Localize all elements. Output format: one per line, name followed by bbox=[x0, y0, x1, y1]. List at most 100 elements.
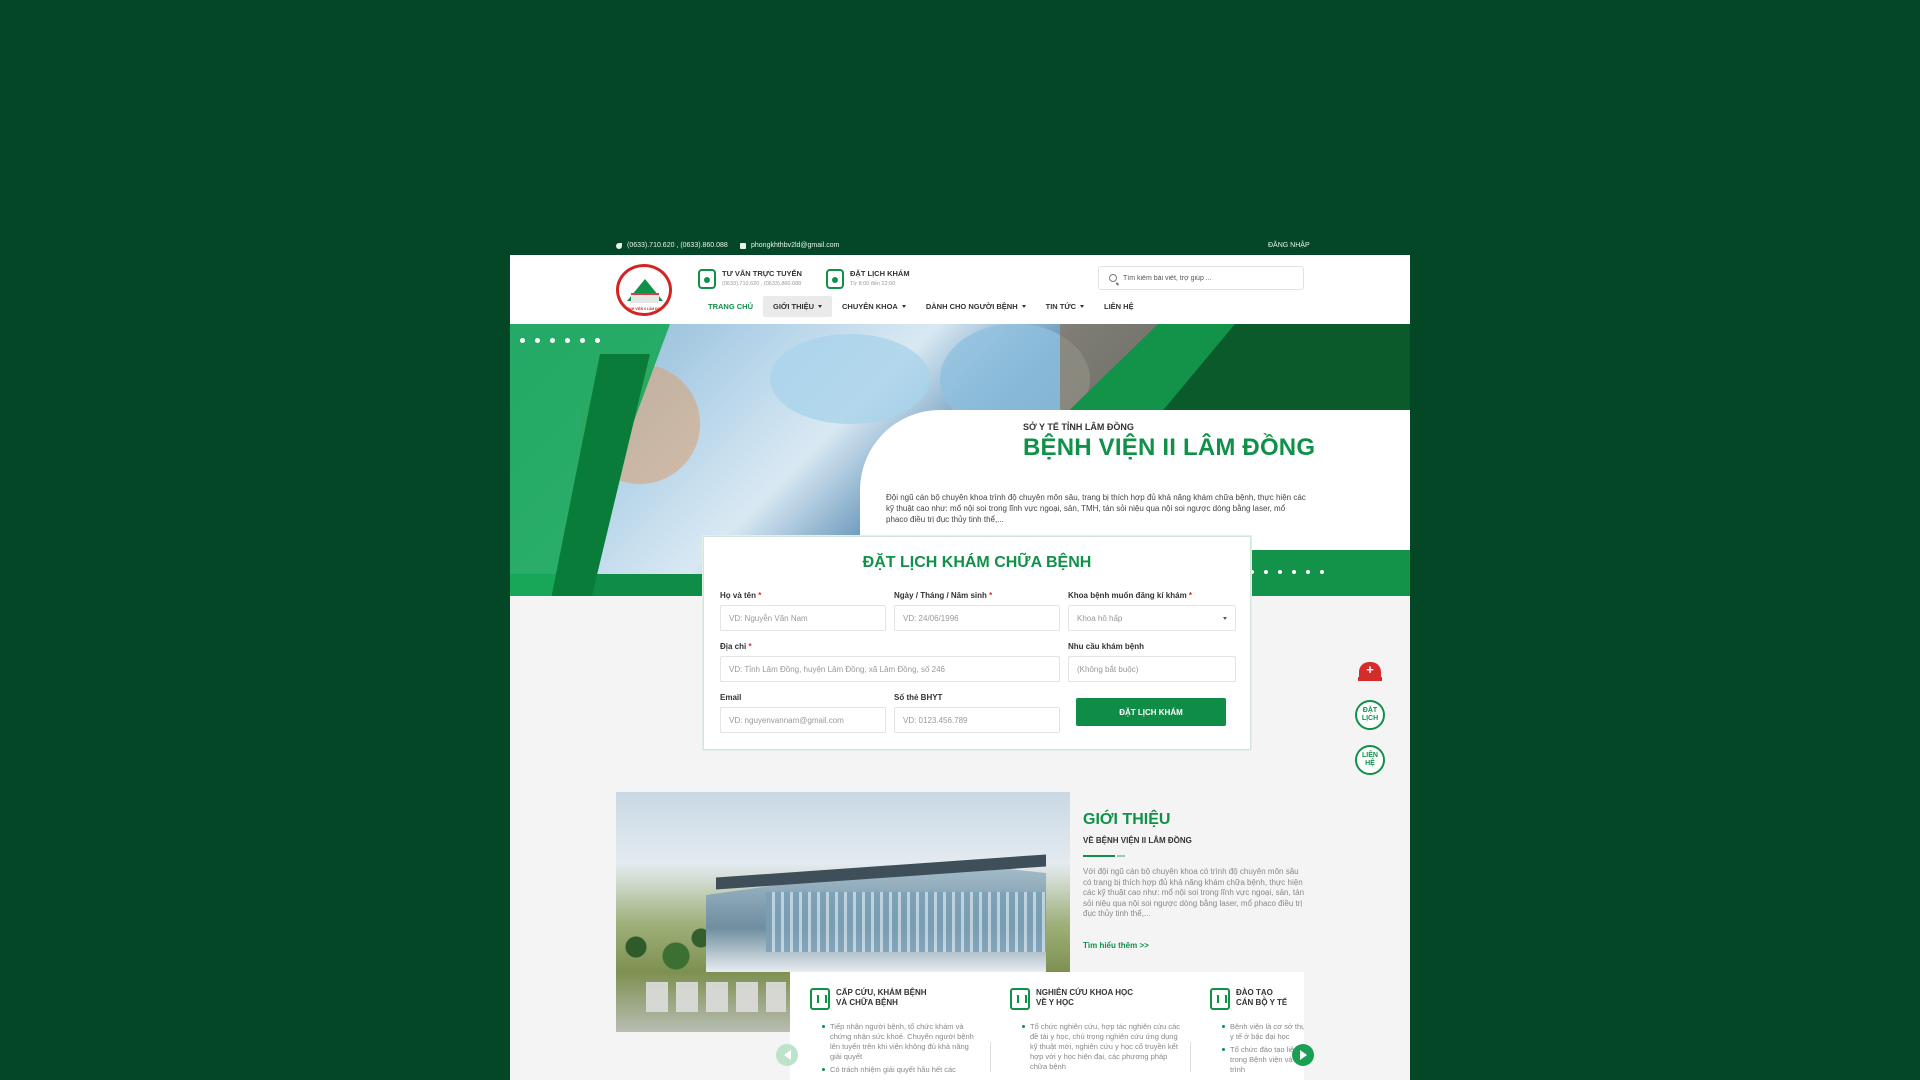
logo-text: BỆNH VIỆN II LÂM ĐỒNG bbox=[624, 307, 666, 311]
address-input[interactable]: VD: Tỉnh Lâm Đồng, huyện Lâm Đồng, xã Lâ… bbox=[720, 656, 1060, 682]
intro-text: Với đội ngũ cán bộ chuyên khoa có trình … bbox=[1083, 867, 1305, 918]
hero-subtitle: SỞ Y TẾ TỈNH LÂM ĐỒNG bbox=[1023, 422, 1134, 432]
email-input[interactable]: VD: nguyenvannam@gmail.com bbox=[720, 707, 886, 733]
online-consult-title: TƯ VẤN TRỰC TUYẾN bbox=[722, 269, 802, 278]
name-input[interactable]: VD: Nguyễn Văn Nam bbox=[720, 605, 886, 631]
main-nav: TRANG CHỦ GIỚI THIỆU CHUYÊN KHOA DÀNH CH… bbox=[698, 296, 1144, 317]
nav-home-label: TRANG CHỦ bbox=[708, 302, 753, 311]
book-appointment-sub: Từ 8:00 đến 22:00 bbox=[850, 281, 896, 287]
siren-icon bbox=[1359, 662, 1381, 678]
nav-for-patients-label: DÀNH CHO NGƯỜI BỆNH bbox=[925, 302, 1018, 311]
required-mark: * bbox=[1188, 591, 1193, 600]
nav-specialties-label: CHUYÊN KHOA bbox=[841, 302, 898, 311]
online-consult[interactable]: TƯ VẤN TRỰC TUYẾN (0633).710.620 , (0633… bbox=[698, 269, 802, 289]
need-field-group: Nhu cầu khám bệnh (Không bắt buộc) bbox=[1068, 642, 1236, 682]
need-input[interactable]: (Không bắt buộc) bbox=[1068, 656, 1236, 682]
required-mark: * bbox=[758, 591, 762, 600]
list-item: Bệnh viện là cơ sở thực hành đào tạo cán… bbox=[1222, 1022, 1304, 1042]
search-box[interactable] bbox=[1098, 266, 1304, 290]
carousel-next-button[interactable] bbox=[1292, 1044, 1314, 1066]
address-field-group: Địa chỉ * VD: Tỉnh Lâm Đồng, huyện Lâm Đ… bbox=[720, 642, 1060, 682]
nav-news-label: TIN TỨC bbox=[1045, 302, 1077, 311]
page: BỆNH VIỆN II LÂM ĐỒNG TƯ VẤN TRỰC TUYẾN … bbox=[510, 255, 1410, 1080]
topbar-email[interactable]: phongkhthbv2ld@gmail.com bbox=[740, 242, 839, 249]
nav-home[interactable]: TRANG CHỦ bbox=[698, 296, 763, 317]
topbar-phone[interactable]: (0633).710.620 , (0633).860.088 bbox=[616, 242, 728, 249]
nav-contact[interactable]: LIÊN HỆ bbox=[1094, 296, 1144, 317]
chevron-down-icon bbox=[1223, 616, 1227, 620]
list-item: Tổ chức đào tạo liên tục cho các thành v… bbox=[1222, 1045, 1304, 1075]
nav-specialties[interactable]: CHUYÊN KHOA bbox=[832, 296, 916, 317]
chevron-left-icon bbox=[783, 1050, 791, 1060]
service-card-title: NGHIÊN CỨU KHOA HỌC VỀ Y HỌC bbox=[1036, 988, 1134, 1007]
email-field-group: Email VD: nguyenvannam@gmail.com bbox=[720, 693, 886, 733]
dept-label: Khoa bệnh muốn đăng kí khám * bbox=[1068, 591, 1236, 600]
float-contact-button[interactable]: LIÊN HỆ bbox=[1355, 745, 1385, 775]
dept-select-value: Khoa hô hấp bbox=[1077, 613, 1123, 623]
chevron-down-icon bbox=[1080, 305, 1085, 308]
search-icon[interactable] bbox=[1109, 274, 1117, 282]
chevron-right-icon bbox=[1299, 1050, 1307, 1060]
divider bbox=[1190, 1042, 1191, 1072]
chevron-down-icon bbox=[817, 305, 822, 308]
dob-label: Ngày / Tháng / Năm sinh * bbox=[894, 591, 1060, 600]
dept-field-group: Khoa bệnh muốn đăng kí khám * Khoa hô hấ… bbox=[1068, 591, 1236, 631]
intro-title: GIỚI THIỆU bbox=[1083, 811, 1171, 828]
required-mark: * bbox=[748, 642, 752, 651]
service-card[interactable]: CẤP CỨU, KHÁM BỆNH VÀ CHỮA BỆNH Tiếp nhậ… bbox=[810, 972, 1000, 1080]
divider bbox=[990, 1042, 991, 1072]
top-info-bar: (0633).710.620 , (0633).860.088 phongkht… bbox=[510, 239, 1918, 255]
bhyt-label: Số thẻ BHYT bbox=[894, 693, 943, 702]
address-label: Địa chỉ * bbox=[720, 642, 1060, 651]
siren-base bbox=[1358, 677, 1382, 681]
topbar-email-text: phongkhthbv2ld@gmail.com bbox=[751, 242, 840, 249]
hospital-logo[interactable]: BỆNH VIỆN II LÂM ĐỒNG bbox=[616, 264, 672, 316]
booking-form-title: ĐẶT LỊCH KHÁM CHỮA BỆNH bbox=[862, 554, 1092, 571]
list-item: Có trách nhiệm giải quyết hầu hết các bbox=[822, 1065, 982, 1075]
services-carousel: CẤP CỨU, KHÁM BỆNH VÀ CHỮA BỆNH Tiếp nhậ… bbox=[790, 972, 1304, 1080]
phone-icon bbox=[616, 242, 622, 249]
name-label: Họ và tên * bbox=[720, 591, 886, 600]
doctor-icon bbox=[1210, 988, 1230, 1010]
topbar-phone-text: (0633).710.620 , (0633).860.088 bbox=[627, 242, 728, 249]
need-label: Nhu cầu khám bệnh bbox=[1068, 642, 1145, 651]
nav-for-patients[interactable]: DÀNH CHO NGƯỜI BỆNH bbox=[916, 296, 1036, 317]
book-appointment-header[interactable]: ĐẶT LỊCH KHÁM Từ 8:00 đến 22:00 bbox=[826, 269, 910, 289]
required-mark: * bbox=[989, 591, 993, 600]
float-book-button[interactable]: ĐẶT LỊCH bbox=[1355, 700, 1385, 730]
intro-divider bbox=[1117, 855, 1125, 857]
address-label-text: Địa chỉ bbox=[720, 642, 747, 651]
nav-about-label: GIỚI THIỆU bbox=[773, 302, 814, 311]
name-field-group: Họ và tên * VD: Nguyễn Văn Nam bbox=[720, 591, 886, 631]
nav-contact-label: LIÊN HỆ bbox=[1104, 302, 1134, 311]
dob-input[interactable]: VD: 24/06/1996 bbox=[894, 605, 1060, 631]
site-header: BỆNH VIỆN II LÂM ĐỒNG TƯ VẤN TRỰC TUYẾN … bbox=[510, 255, 1410, 324]
dob-field-group: Ngày / Tháng / Năm sinh * VD: 24/06/1996 bbox=[894, 591, 1060, 631]
decor-dots bbox=[1250, 570, 1324, 574]
bhyt-input[interactable]: VD: 0123.456.789 bbox=[894, 707, 1060, 733]
book-appointment-title: ĐẶT LỊCH KHÁM bbox=[850, 269, 910, 278]
submit-booking-button[interactable]: ĐẶT LỊCH KHÁM bbox=[1076, 698, 1226, 726]
hero-description: Đội ngũ cán bộ chuyên khoa trình độ chuy… bbox=[886, 493, 1306, 524]
dept-select[interactable]: Khoa hô hấp bbox=[1068, 605, 1236, 631]
login-link[interactable]: ĐĂNG NHẬP bbox=[1268, 242, 1310, 249]
service-card[interactable]: ĐÀO TẠO CÁN BỘ Y TẾ Bệnh viện là cơ sở t… bbox=[1210, 972, 1304, 1080]
decor-dots bbox=[520, 338, 600, 343]
service-card-title: ĐÀO TẠO CÁN BỘ Y TẾ bbox=[1236, 988, 1288, 1007]
bhyt-field-group: Số thẻ BHYT VD: 0123.456.789 bbox=[894, 693, 1060, 733]
intro-subtitle: VỀ BỆNH VIỆN II LÂM ĐỒNG bbox=[1083, 836, 1192, 845]
mail-icon bbox=[740, 242, 746, 249]
service-card[interactable]: NGHIÊN CỨU KHOA HỌC VỀ Y HỌC Tổ chức ngh… bbox=[1010, 972, 1200, 1080]
service-card-title: CẤP CỨU, KHÁM BỆNH VÀ CHỮA BỆNH bbox=[836, 988, 927, 1007]
emergency-button[interactable] bbox=[1355, 655, 1385, 685]
list-item: Tiếp nhận người bệnh, tổ chức khám và ch… bbox=[822, 1022, 982, 1062]
list-item: Tổ chức nghiên cứu, hợp tác nghiên cứu c… bbox=[1022, 1022, 1182, 1072]
search-input[interactable] bbox=[1123, 274, 1283, 282]
dob-label-text: Ngày / Tháng / Năm sinh bbox=[894, 591, 987, 600]
booking-form: ĐẶT LỊCH KHÁM CHỮA BỆNH Họ và tên * VD: … bbox=[703, 536, 1251, 750]
carousel-prev-button[interactable] bbox=[776, 1044, 798, 1066]
nav-about[interactable]: GIỚI THIỆU bbox=[763, 296, 832, 317]
intro-more-link[interactable]: Tìm hiểu thêm >> bbox=[1083, 941, 1149, 950]
calendar-icon bbox=[826, 269, 844, 289]
nav-news[interactable]: TIN TỨC bbox=[1036, 296, 1094, 317]
